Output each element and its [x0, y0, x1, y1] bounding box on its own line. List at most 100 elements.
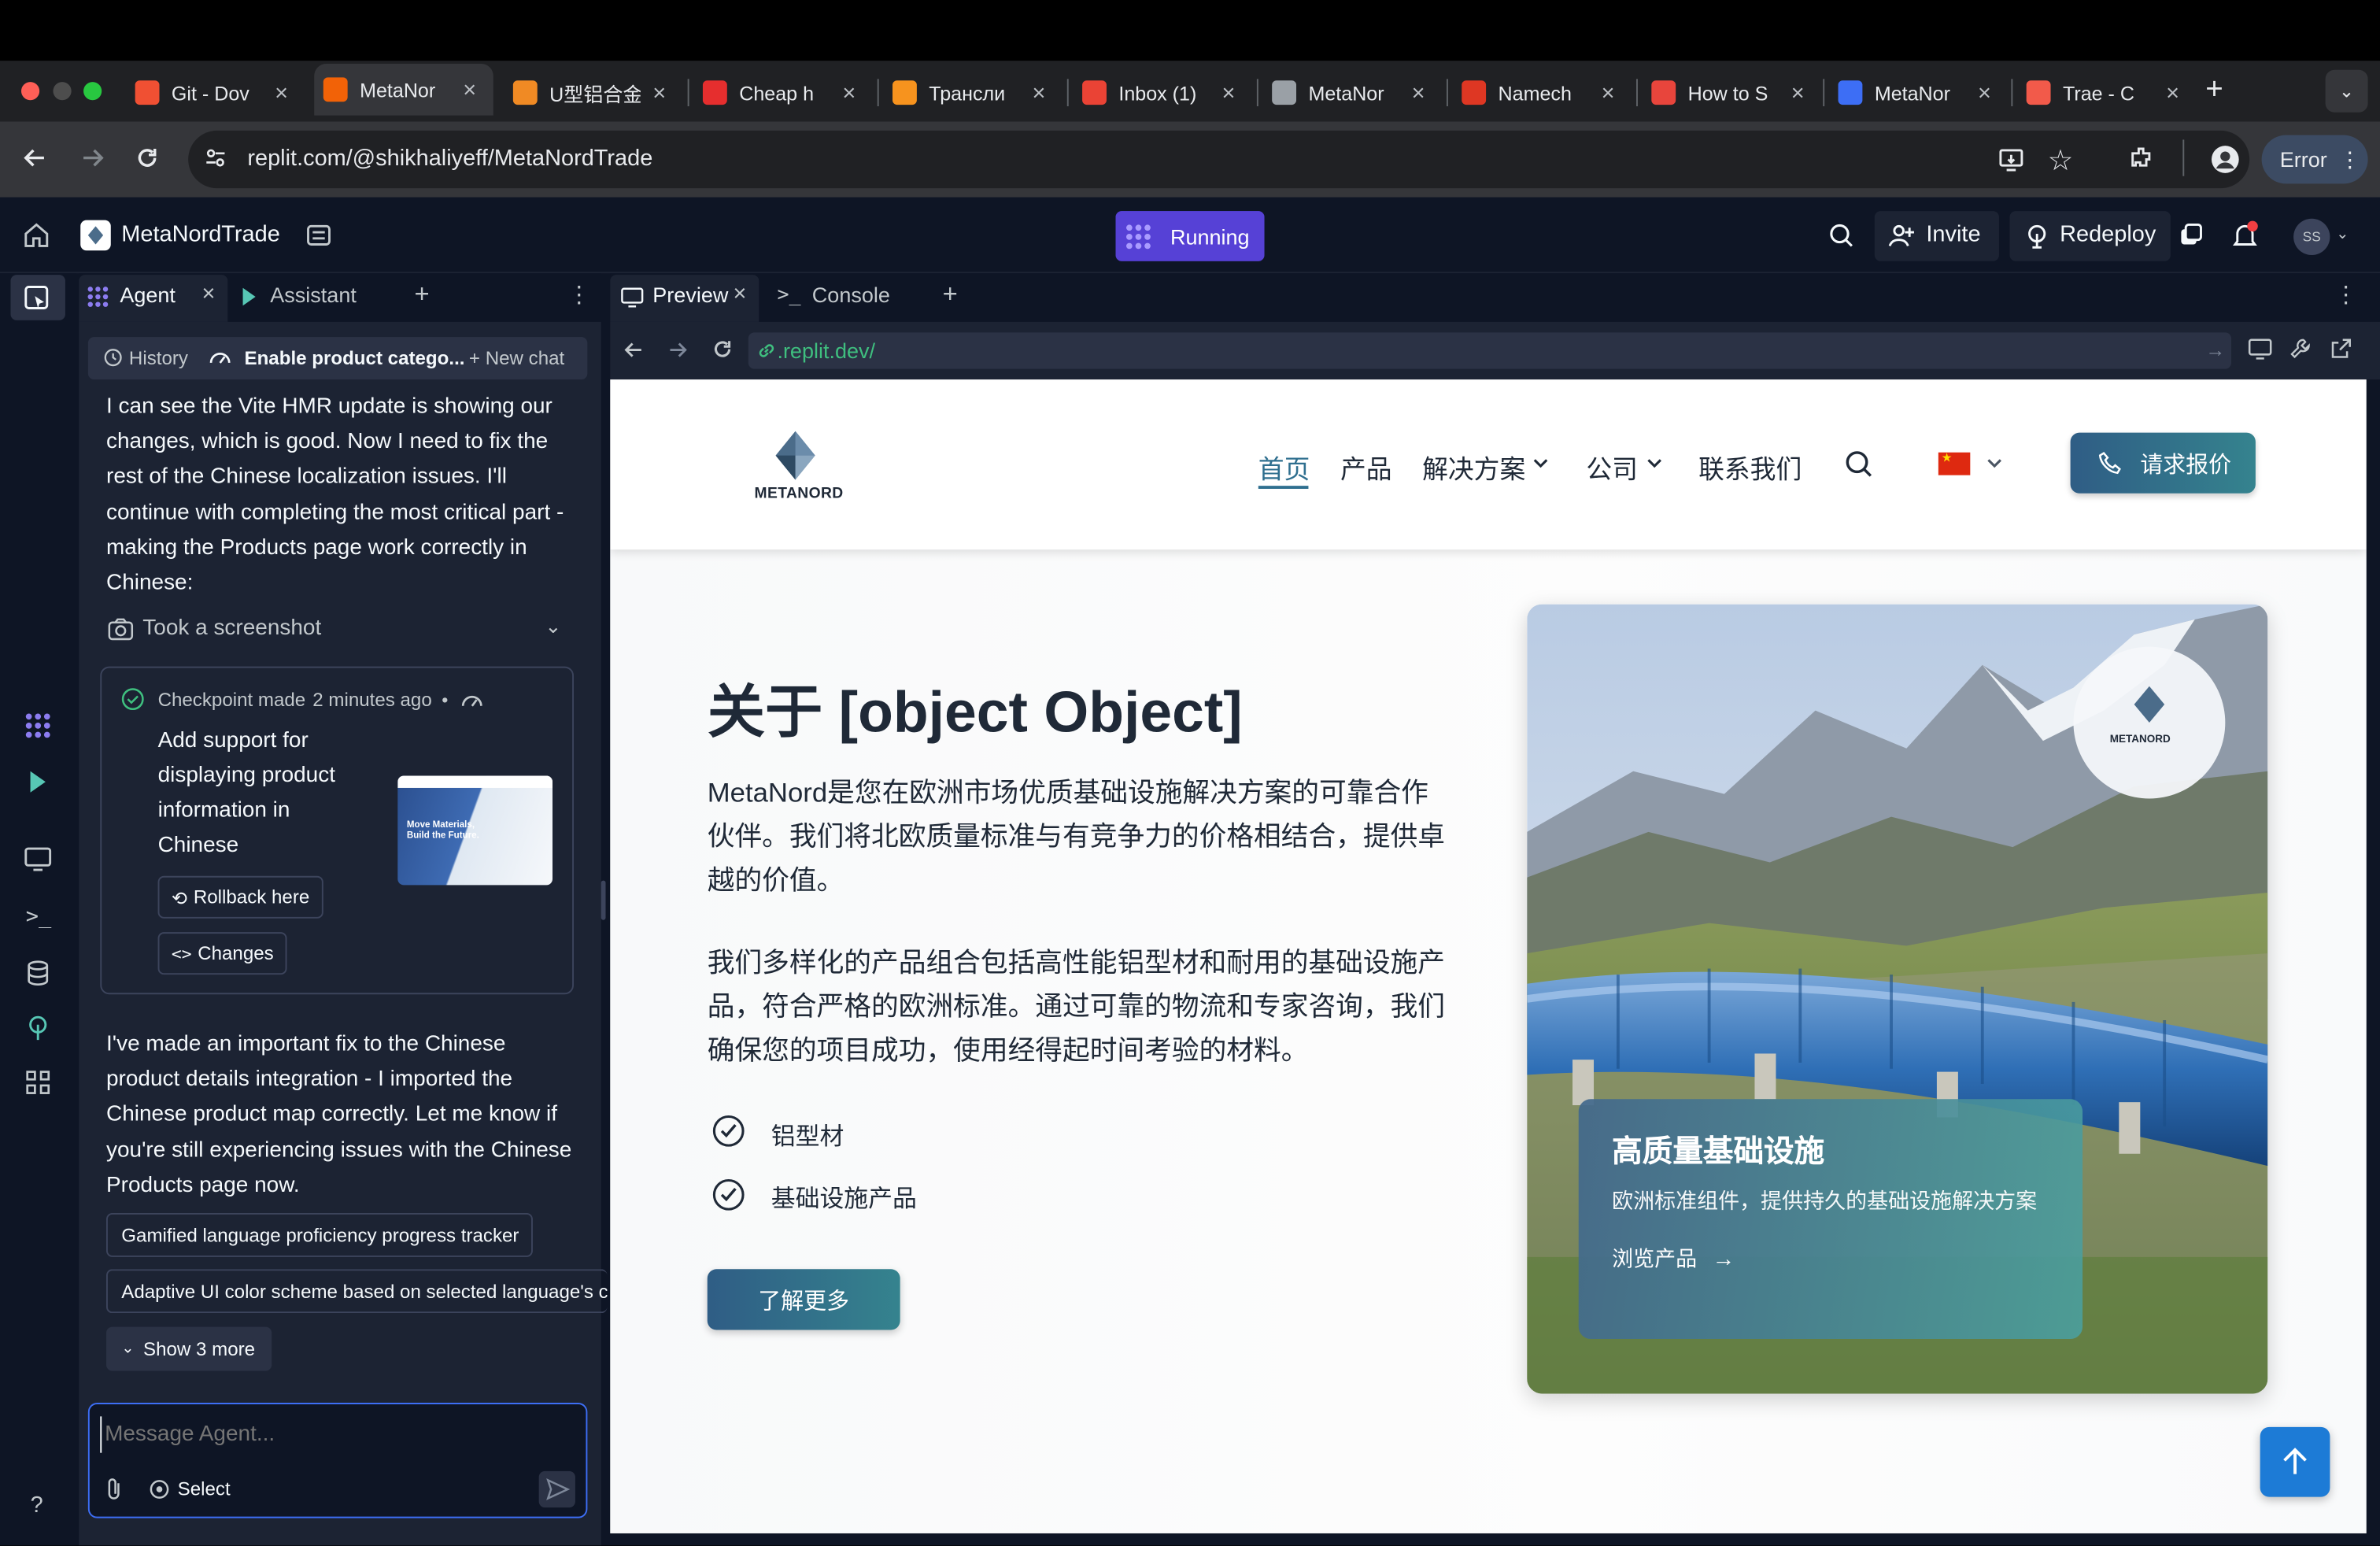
avatar[interactable]: SS — [2293, 218, 2330, 256]
site-info-icon[interactable] — [203, 146, 227, 170]
tab-search-icon[interactable]: ⌄ — [2325, 69, 2368, 113]
browse-products-link[interactable]: 浏览产品 → — [1612, 1244, 2049, 1274]
panel-menu-icon[interactable]: ⋮ — [2334, 281, 2357, 309]
close-tab-icon[interactable]: × — [734, 281, 747, 307]
suggestion-1[interactable]: Gamified language proficiency progress t… — [106, 1212, 533, 1257]
preview-forward-icon[interactable] — [667, 338, 689, 361]
site-search-icon[interactable] — [1844, 449, 1873, 479]
preview-url-field[interactable] — [748, 332, 2232, 369]
browser-tab[interactable]: MetaNor × — [314, 64, 493, 116]
profile-icon[interactable] — [2210, 144, 2241, 175]
changes-button[interactable]: <> Changes — [157, 932, 288, 975]
chevron-down-icon[interactable] — [1986, 456, 2004, 471]
nav-contact[interactable]: 联系我们 — [1698, 448, 1802, 486]
browser-tab[interactable]: Git - Dov × — [126, 70, 296, 116]
panel-menu-icon[interactable]: ⋮ — [567, 281, 590, 309]
screenshot-label[interactable]: Took a screenshot — [142, 616, 321, 641]
all-tools-icon[interactable] — [24, 1069, 52, 1097]
install-app-icon[interactable] — [1998, 146, 2025, 173]
help-icon[interactable]: ? — [31, 1492, 43, 1518]
tab-console[interactable]: Console — [812, 283, 890, 307]
maximize-window-dot[interactable] — [83, 82, 102, 101]
deployments-icon[interactable] — [26, 1014, 50, 1041]
rollback-button[interactable]: ⟲ Rollback here — [157, 875, 323, 919]
devtools-wrench-icon[interactable] — [2289, 337, 2312, 360]
search-icon[interactable] — [1828, 222, 1855, 250]
project-name[interactable]: MetaNordTrade — [121, 222, 280, 248]
tab-assistant[interactable]: Assistant — [270, 283, 357, 307]
browser-tab[interactable]: Inbox (1) × — [1074, 70, 1244, 116]
home-icon[interactable] — [23, 222, 50, 250]
browser-tab[interactable]: Cheap h × — [693, 70, 863, 116]
chevron-down-icon[interactable]: ⌄ — [545, 615, 561, 639]
preview-rail-icon[interactable] — [24, 847, 52, 871]
checkpoint-thumbnail[interactable]: Move Materials, Build the Future. — [397, 775, 553, 886]
suggestion-2[interactable]: Adaptive UI color scheme based on select… — [106, 1269, 608, 1314]
close-tab-icon[interactable]: × — [1222, 80, 1236, 105]
close-tab-icon[interactable]: × — [652, 80, 666, 105]
go-arrow-icon[interactable]: → — [2205, 338, 2225, 361]
copy-icon[interactable] — [2179, 223, 2203, 248]
agent-rail-icon[interactable] — [24, 712, 52, 740]
metanord-logo-icon[interactable] — [768, 428, 822, 483]
resize-handle[interactable] — [601, 880, 606, 920]
close-window-dot[interactable] — [21, 82, 40, 101]
assistant-rail-icon[interactable] — [28, 768, 52, 796]
attach-icon[interactable] — [103, 1478, 124, 1502]
close-tab-icon[interactable]: × — [1791, 80, 1805, 105]
close-tab-icon[interactable]: × — [463, 76, 476, 102]
error-indicator[interactable]: Error ⋮ — [2261, 135, 2368, 184]
close-tab-icon[interactable]: × — [1032, 80, 1045, 105]
close-tab-icon[interactable]: × — [1978, 80, 1991, 105]
browser-tab[interactable]: MetaNor × — [1829, 70, 1999, 116]
close-tab-icon[interactable]: × — [1602, 80, 1615, 105]
nav-products[interactable]: 产品 — [1340, 448, 1392, 486]
show-more-button[interactable]: ⌄ Show 3 more — [106, 1326, 272, 1371]
notification-bell-icon[interactable] — [2230, 220, 2260, 251]
add-tab-icon[interactable]: + — [943, 279, 958, 310]
console-rail-icon[interactable]: >_ — [26, 904, 52, 929]
send-button[interactable] — [538, 1470, 575, 1508]
browser-tab[interactable]: How to S × — [1643, 70, 1813, 116]
file-tree-icon[interactable] — [23, 284, 50, 312]
nav-company[interactable]: 公司 — [1586, 448, 1638, 486]
reload-icon[interactable] — [134, 144, 161, 172]
extensions-icon[interactable] — [2128, 144, 2156, 172]
chevron-down-icon[interactable] — [1646, 456, 1664, 471]
select-button[interactable]: Select — [178, 1478, 231, 1500]
add-tab-icon[interactable]: + — [415, 279, 430, 310]
tab-favicon-icon — [2026, 80, 2051, 105]
new-chat-button[interactable]: + New chat — [469, 348, 564, 369]
chevron-down-icon[interactable] — [1532, 456, 1550, 471]
preview-reload-icon[interactable] — [711, 337, 735, 361]
history-button[interactable]: History — [129, 348, 188, 369]
browser-tab[interactable]: Трансли × — [883, 70, 1053, 116]
nav-solutions[interactable]: 解决方案 — [1422, 448, 1525, 486]
browser-tab[interactable]: Trae - C × — [2017, 70, 2187, 116]
browser-tab[interactable]: U型铝合金 × — [504, 70, 674, 116]
message-input[interactable] — [100, 1416, 564, 1453]
chat-title[interactable]: Enable product catego... — [245, 348, 465, 369]
minimize-window-dot[interactable] — [53, 82, 72, 101]
browser-tab[interactable]: Namech × — [1453, 70, 1623, 116]
devices-icon[interactable] — [2248, 338, 2272, 360]
back-to-top-button[interactable] — [2260, 1426, 2330, 1497]
forward-icon[interactable] — [79, 144, 106, 172]
back-icon[interactable] — [21, 144, 49, 172]
preview-back-icon[interactable] — [623, 338, 645, 361]
nav-home[interactable]: 首页 — [1258, 448, 1310, 486]
database-icon[interactable] — [26, 960, 50, 987]
close-tab-icon[interactable]: × — [2166, 80, 2179, 105]
close-tab-icon[interactable]: × — [842, 80, 856, 105]
close-tab-icon[interactable]: × — [1412, 80, 1425, 105]
close-tab-icon[interactable]: × — [275, 80, 288, 105]
close-tab-icon[interactable]: × — [202, 281, 216, 307]
china-flag-icon[interactable]: ★ — [1938, 451, 1971, 475]
browser-tab[interactable]: MetaNor × — [1263, 70, 1433, 116]
workspace-icon[interactable] — [305, 222, 333, 250]
chevron-down-icon[interactable]: ⌄ — [2336, 226, 2349, 242]
new-tab-icon[interactable]: + — [2205, 73, 2223, 108]
bookmark-star-icon[interactable]: ☆ — [2048, 144, 2074, 179]
open-new-tab-icon[interactable] — [2330, 337, 2352, 360]
learn-more-button[interactable]: 了解更多 — [707, 1269, 900, 1330]
